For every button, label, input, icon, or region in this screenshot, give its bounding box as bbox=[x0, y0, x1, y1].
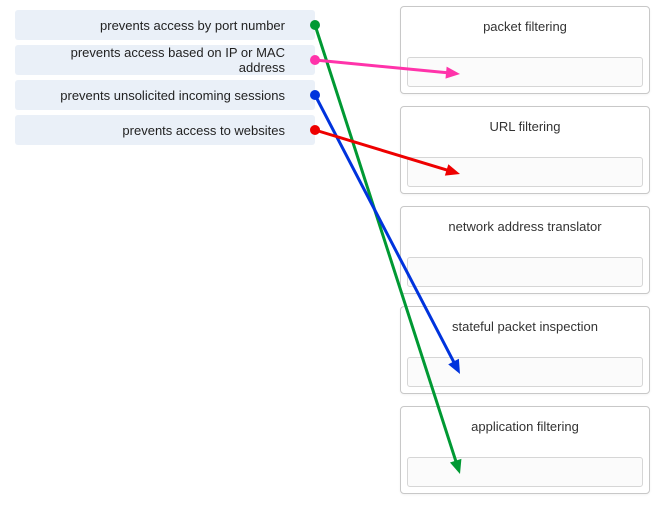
right-card-url-filtering: URL filtering bbox=[400, 106, 650, 194]
right-card-title: application filtering bbox=[401, 407, 649, 444]
drop-slot[interactable] bbox=[407, 157, 643, 187]
left-item-label: prevents access based on IP or MAC addre… bbox=[25, 45, 285, 75]
drop-slot[interactable] bbox=[407, 357, 643, 387]
left-item-websites[interactable]: prevents access to websites bbox=[15, 115, 315, 145]
left-item-port-number[interactable]: prevents access by port number bbox=[15, 10, 315, 40]
right-card-packet-filtering: packet filtering bbox=[400, 6, 650, 94]
drop-slot[interactable] bbox=[407, 457, 643, 487]
matching-diagram: prevents access by port number prevents … bbox=[0, 0, 658, 506]
right-card-title: packet filtering bbox=[401, 7, 649, 44]
left-item-label: prevents access to websites bbox=[122, 123, 285, 138]
left-item-ip-mac[interactable]: prevents access based on IP or MAC addre… bbox=[15, 45, 315, 75]
drop-slot[interactable] bbox=[407, 57, 643, 87]
right-card-title: URL filtering bbox=[401, 107, 649, 144]
right-card-stateful: stateful packet inspection bbox=[400, 306, 650, 394]
right-card-title: stateful packet inspection bbox=[401, 307, 649, 344]
right-card-nat: network address translator bbox=[400, 206, 650, 294]
left-item-unsolicited[interactable]: prevents unsolicited incoming sessions bbox=[15, 80, 315, 110]
left-item-label: prevents unsolicited incoming sessions bbox=[60, 88, 285, 103]
right-card-title: network address translator bbox=[401, 207, 649, 244]
right-card-app-filtering: application filtering bbox=[400, 406, 650, 494]
left-item-label: prevents access by port number bbox=[100, 18, 285, 33]
drop-slot[interactable] bbox=[407, 257, 643, 287]
